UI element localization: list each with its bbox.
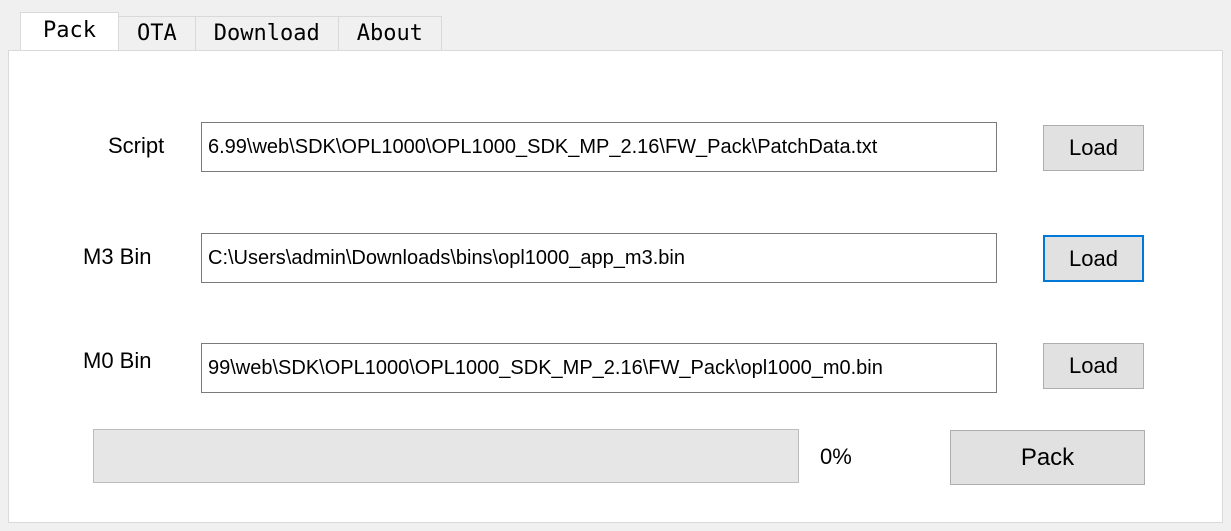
m0-bin-label: M0 Bin [83,348,152,373]
tab-download[interactable]: Download [194,16,339,50]
script-path-value: 6.99\web\SDK\OPL1000\OPL1000_SDK_MP_2.16… [208,136,878,158]
script-path-field[interactable]: 6.99\web\SDK\OPL1000\OPL1000_SDK_MP_2.16… [201,122,997,172]
m0-load-button[interactable]: Load [1043,343,1144,389]
script-label: Script [108,133,165,158]
script-load-button[interactable]: Load [1043,125,1144,171]
m3-load-button[interactable]: Load [1043,235,1144,282]
m0-bin-path-field[interactable]: 99\web\SDK\OPL1000\OPL1000_SDK_MP_2.16\F… [201,343,997,393]
tab-about[interactable]: About [337,16,442,50]
tab-ota[interactable]: OTA [117,16,196,50]
m3-bin-label: M3 Bin [83,244,152,269]
tab-pack[interactable]: Pack [20,12,119,50]
progress-percent: 0% [820,444,852,469]
pack-progress-bar [93,429,799,483]
pack-button[interactable]: Pack [950,430,1145,485]
m3-bin-path-field[interactable]: C:\Users\admin\Downloads\bins\opl1000_ap… [201,233,997,283]
app-window: Pack OTA Download About Script 6.99\web\… [0,0,1231,531]
tab-strip: Pack OTA Download About [20,12,442,50]
m0-bin-path-value: 99\web\SDK\OPL1000\OPL1000_SDK_MP_2.16\F… [208,357,883,379]
